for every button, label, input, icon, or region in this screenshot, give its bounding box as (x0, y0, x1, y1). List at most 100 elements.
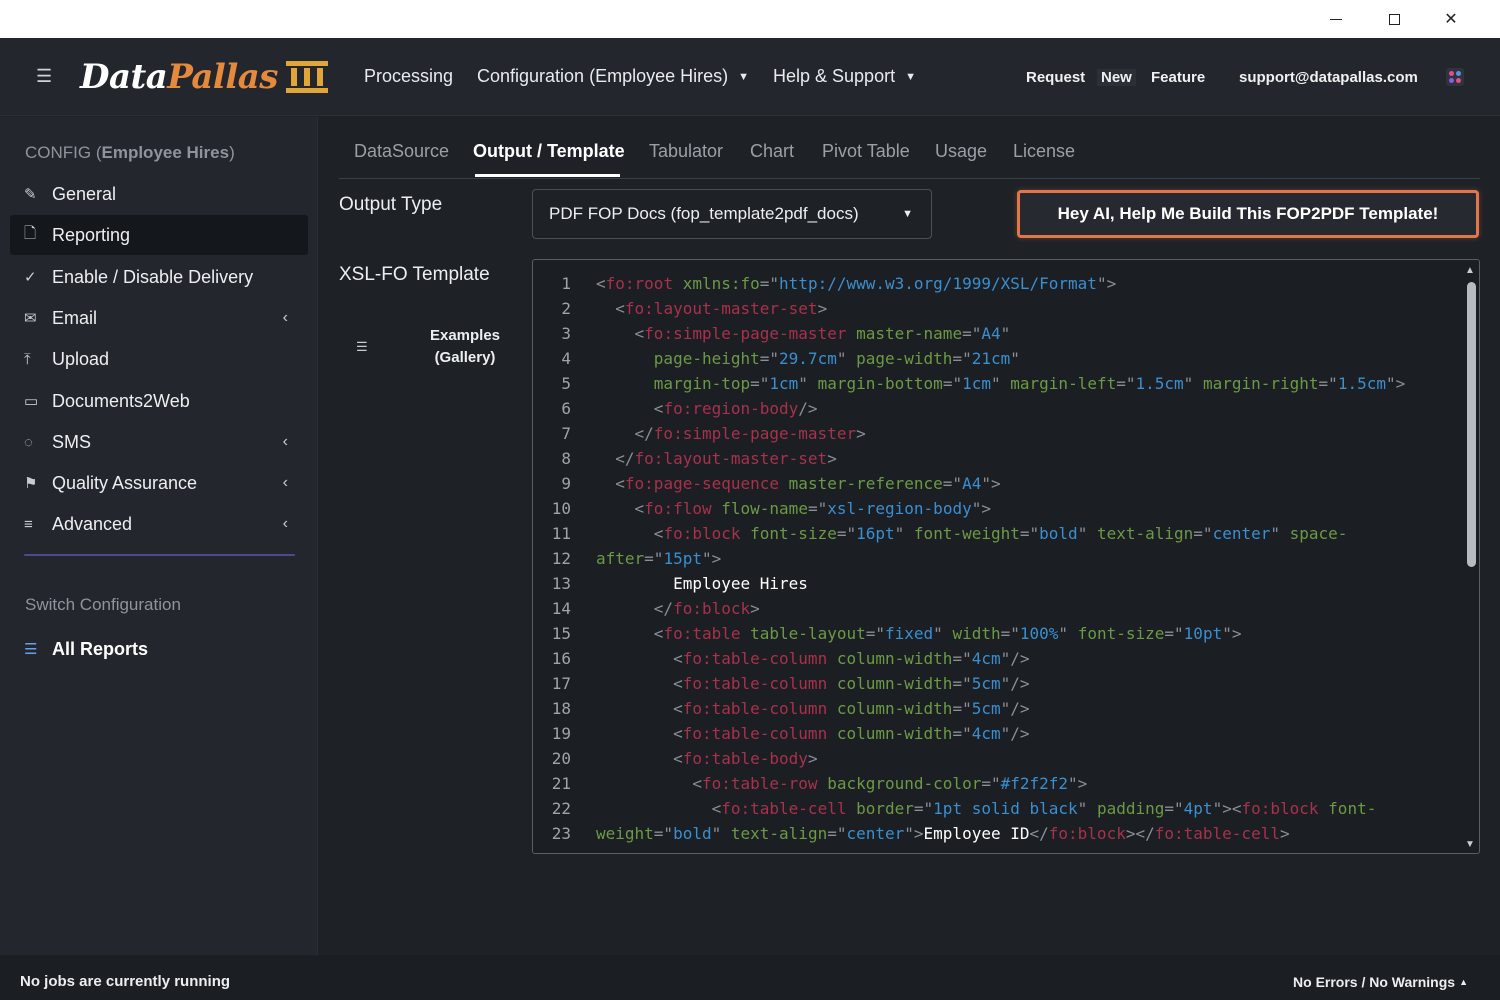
line-number: 17 (551, 674, 571, 693)
code-token: fo:table-column (682, 724, 828, 743)
jobs-status: No jobs are currently running (20, 973, 231, 990)
code-editor[interactable]: 1 2 3 4 5 6 7 8 9 10 11 12 13 14 15 16 17 18 19 20 21 22 23 <f… (532, 259, 1480, 854)
code-token: fo:block (673, 599, 751, 618)
code-line: <fo:block font-size="16pt" font-weight="… (596, 524, 1348, 543)
tab-output-template[interactable]: Output / Template (473, 141, 625, 162)
scroll-down-icon[interactable]: ▼ (1465, 839, 1475, 850)
code-token: < (596, 274, 606, 293)
code-token: fo:table-row (701, 774, 818, 793)
menu-icon[interactable]: ☰ (36, 66, 52, 87)
sidebar-item-quality-assurance[interactable]: ⚑ Quality Assurance ‹ (10, 463, 308, 503)
line-number: 6 (561, 399, 571, 418)
new-badge[interactable]: New (1097, 69, 1136, 86)
main-content: DataSource Output / Template Tabulator C… (319, 117, 1500, 955)
code-token: =" (942, 374, 963, 393)
nav-configuration[interactable]: Configuration (Employee Hires) ▼ (477, 66, 749, 87)
logo-text-pallas: Pallas (167, 57, 278, 97)
code-token: "/> (1000, 724, 1030, 743)
code-token: =" (644, 549, 664, 568)
output-type-value: PDF FOP Docs (fop_template2pdf_docs) (549, 204, 859, 223)
tab-chart[interactable]: Chart (750, 141, 794, 162)
tab-datasource[interactable]: DataSource (354, 141, 449, 162)
apps-icon[interactable] (1446, 68, 1464, 86)
app-header: ☰ Data Pallas Processing Configuration (… (0, 38, 1500, 116)
tab-usage[interactable]: Usage (935, 141, 987, 162)
line-number: 14 (551, 599, 571, 618)
code-token: < (673, 724, 683, 743)
code-line: </fo:simple-page-master> (596, 424, 866, 443)
code-token: < (634, 499, 645, 518)
code-token: 1cm (962, 374, 991, 393)
code-token: < (673, 674, 683, 693)
code-token: fo:block (663, 524, 741, 543)
nav-processing[interactable]: Processing (364, 66, 453, 87)
close-icon[interactable]: ✕ (1423, 0, 1479, 38)
sliders-icon: ≡ (24, 515, 33, 533)
ai-help-button[interactable]: Hey AI, Help Me Build This FOP2PDF Templ… (1017, 190, 1479, 238)
maximize-icon[interactable] (1366, 0, 1422, 38)
code-token: > (1279, 824, 1290, 843)
code-line: <fo:simple-page-master master-name="A4" (596, 324, 1011, 343)
code-token: ></ (1125, 824, 1155, 843)
errors-warnings-label: No Errors / No Warnings (1293, 974, 1456, 990)
code-token: 4pt (1183, 799, 1213, 818)
output-type-select[interactable]: PDF FOP Docs (fop_template2pdf_docs) ▼ (532, 189, 932, 239)
chevron-left-icon: ‹ (282, 515, 288, 532)
tab-pivot-table[interactable]: Pivot Table (822, 141, 910, 162)
sidebar-item-email[interactable]: ✉ Email ‹ (10, 298, 308, 338)
web-card-icon: ▭ (24, 393, 39, 410)
code-line: <fo:table table-layout="fixed" width="10… (596, 624, 1242, 643)
code-token: column-width (836, 649, 953, 668)
code-token: fixed (885, 624, 934, 643)
code-token: "> (1068, 774, 1088, 793)
code-token: =" (952, 349, 972, 368)
tab-license[interactable]: License (1013, 141, 1075, 162)
code-token: Employee ID (923, 824, 1030, 843)
sidebar-item-upload[interactable]: ⤒ Upload (10, 339, 308, 379)
chevron-left-icon: ‹ (282, 433, 288, 450)
sidebar-item-enable-disable-delivery[interactable]: ✓ Enable / Disable Delivery (10, 257, 308, 297)
support-email-link[interactable]: support@datapallas.com (1239, 69, 1418, 86)
code-token: margin-left (1010, 374, 1117, 393)
examples-gallery-button[interactable]: ☰ Examples (Gallery) (349, 325, 509, 371)
line-number: 13 (551, 574, 571, 593)
minimize-icon[interactable] (1308, 0, 1364, 38)
code-token: text-align (730, 824, 828, 843)
line-number-gutter: 1 2 3 4 5 6 7 8 9 10 11 12 13 14 15 16 17 18 19 20 21 22 23 (533, 260, 583, 853)
sidebar-item-advanced[interactable]: ≡ Advanced ‹ (10, 504, 308, 544)
all-reports-link[interactable]: ☰ All Reports (10, 629, 308, 669)
code-token: fo:page-sequence (624, 474, 780, 493)
logo[interactable]: Data Pallas (80, 52, 328, 102)
errors-warnings-toggle[interactable]: No Errors / No Warnings ▲ (1293, 974, 1468, 990)
code-line: <fo:table-body> (596, 749, 818, 768)
feature-link[interactable]: Feature (1151, 69, 1205, 86)
sidebar-item-general[interactable]: ✎ General (10, 174, 308, 214)
request-link[interactable]: Request (1026, 69, 1085, 86)
tab-tabulator[interactable]: Tabulator (649, 141, 723, 162)
code-token: =" (1000, 624, 1020, 643)
code-token: </ (615, 449, 635, 468)
nav-help-support[interactable]: Help & Support ▼ (773, 66, 916, 87)
line-number: 3 (561, 324, 571, 343)
editor-scrollbar[interactable]: ▲ ▼ (1461, 260, 1479, 853)
code-token: " (1000, 324, 1011, 343)
sidebar-item-documents2web[interactable]: ▭ Documents2Web (10, 381, 308, 421)
code-token: > (827, 449, 837, 468)
scroll-up-icon[interactable]: ▲ (1465, 265, 1475, 276)
code-token: =" (952, 699, 972, 718)
scrollbar-thumb[interactable] (1467, 282, 1476, 567)
code-token: =" (952, 674, 972, 693)
sidebar-item-reporting[interactable]: 🗋 Reporting (10, 215, 308, 255)
code-token: fo:table (663, 624, 741, 643)
code-token: margin-bottom (817, 374, 943, 393)
sidebar-item-sms[interactable]: ◌ SMS ‹ (10, 422, 308, 462)
